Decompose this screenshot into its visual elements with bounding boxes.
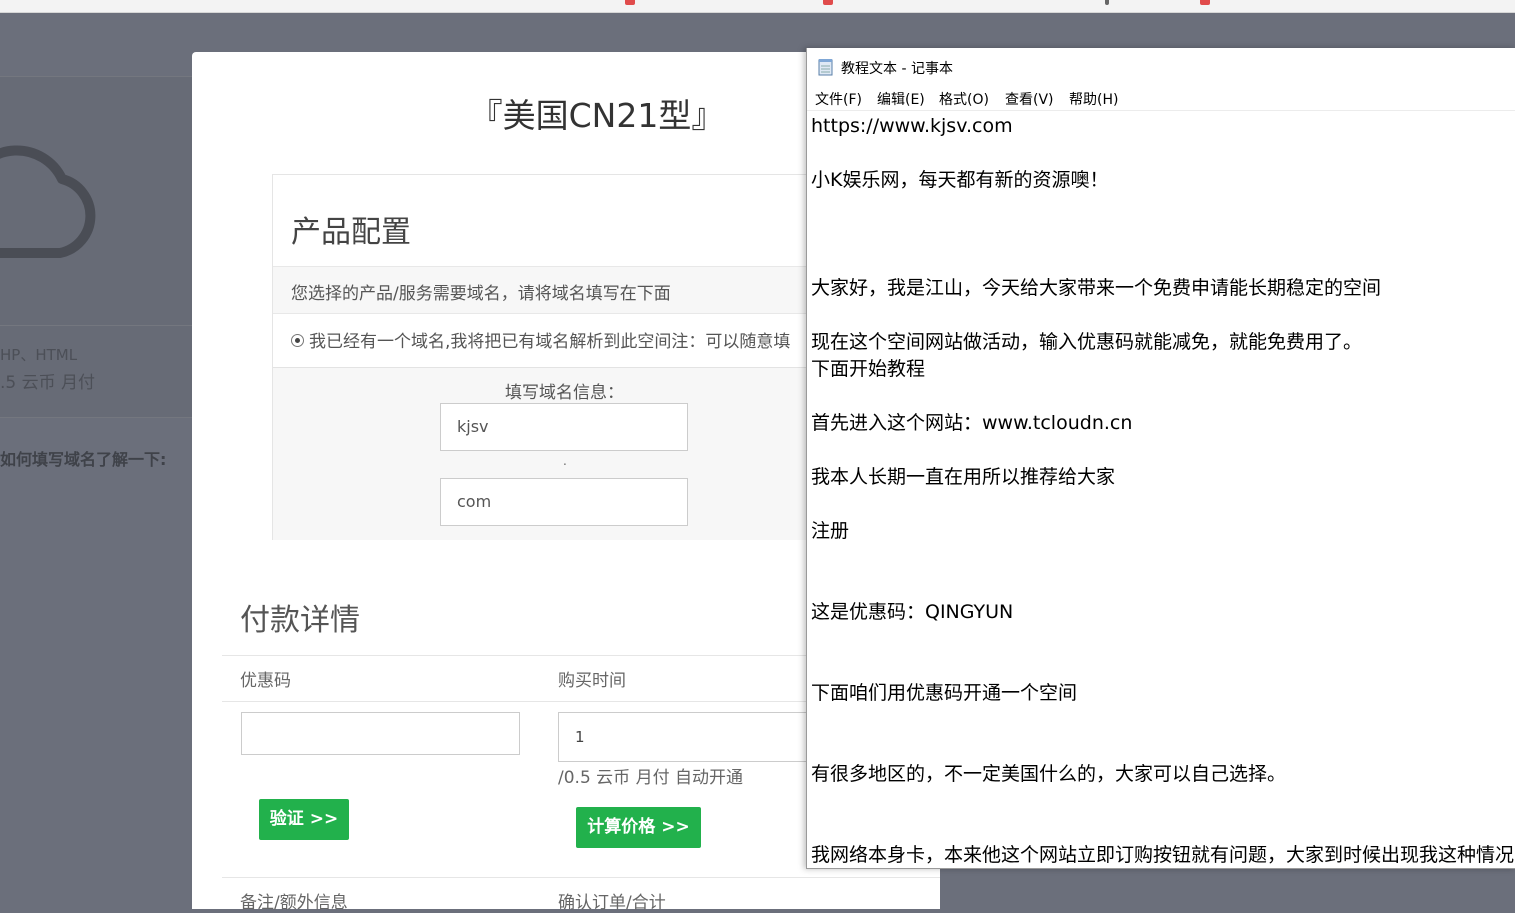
verify-coupon-button[interactable]: 验证 >> — [259, 799, 349, 840]
text-line: 大家好，我是江山，今天给大家带来一个免费申请能长期稳定的空间 — [811, 277, 1382, 299]
domain-info-label: 填写域名信息： — [505, 383, 624, 403]
confirm-order-label: 确认订单/合计 — [558, 893, 666, 913]
existing-domain-option[interactable]: 我已经有一个域名,我将把已有域名解析到此空间注：可以随意填 — [291, 327, 790, 352]
text-line: 首先进入这个网站：www.tcloudn.cn — [811, 412, 1133, 434]
notepad-titlebar[interactable]: 教程文本 - 记事本 — [807, 48, 1515, 86]
domain-name-input[interactable]: kjsv — [440, 403, 688, 451]
config-heading: 产品配置 — [291, 215, 411, 250]
text-line: 有很多地区的，不一定美国什么的，大家可以自己选择。 — [811, 763, 1287, 785]
menu-help[interactable]: 帮助(H) — [1069, 89, 1118, 109]
menu-file[interactable]: 文件(F) — [815, 89, 862, 109]
calculate-price-button[interactable]: 计算价格 >> — [576, 807, 701, 848]
coupon-label: 优惠码 — [240, 671, 291, 691]
radio-selected-icon[interactable] — [291, 334, 304, 347]
divider — [0, 325, 192, 326]
background-price-text: .5 云币 月付 — [0, 373, 96, 393]
notepad-icon — [818, 59, 833, 76]
payment-heading: 付款详情 — [240, 603, 360, 638]
menu-format[interactable]: 格式(O) — [939, 89, 989, 109]
price-note: /0.5 云币 月付 自动开通 — [558, 768, 743, 788]
period-label: 购买时间 — [558, 671, 626, 691]
tab-marker — [1105, 0, 1109, 5]
config-description-bar: 您选择的产品/服务需要域名，请将域名填写在下面 — [273, 266, 873, 314]
notepad-text-area[interactable]: https://www.kjsv.com 小K娱乐网，每天都有新的资源噢！ 大家… — [807, 110, 1515, 868]
divider — [222, 877, 940, 878]
text-line: 我网络本身卡，本来他这个网站立即订购按钮就有问题，大家到时候出现我这种情况 — [811, 844, 1515, 866]
tab-marker — [625, 0, 635, 5]
product-config-panel: 产品配置 您选择的产品/服务需要域名，请将域名填写在下面 我已经有一个域名,我将… — [272, 174, 874, 540]
menu-edit[interactable]: 编辑(E) — [877, 89, 925, 109]
background-stack-text: HP、HTML — [0, 346, 78, 364]
domain-entry-area: 填写域名信息： kjsv . com — [273, 367, 873, 540]
text-line: 小K娱乐网，每天都有新的资源噢！ — [811, 169, 1109, 191]
config-description: 您选择的产品/服务需要域名，请将域名填写在下面 — [291, 284, 671, 304]
menu-view[interactable]: 查看(V) — [1005, 89, 1054, 109]
coupon-input[interactable] — [241, 712, 520, 755]
existing-domain-label: 我已经有一个域名,我将把已有域名解析到此空间注：可以随意填 — [309, 332, 791, 352]
notepad-window[interactable]: 教程文本 - 记事本 文件(F) 编辑(E) 格式(O) 查看(V) 帮助(H)… — [806, 48, 1515, 869]
domain-tld-input[interactable]: com — [440, 478, 688, 526]
text-line: 现在这个空间网站做活动，输入优惠码就能减免，就能免费用了。 — [811, 331, 1363, 353]
domain-separator: . — [563, 454, 567, 468]
browser-top-strip — [0, 0, 1515, 13]
text-line: 这是优惠码：QINGYUN — [811, 601, 1014, 623]
text-line: https://www.kjsv.com — [811, 115, 1013, 137]
notes-label: 备注/额外信息 — [240, 893, 348, 913]
notepad-title: 教程文本 - 记事本 — [841, 61, 953, 77]
notepad-menubar: 文件(F) 编辑(E) 格式(O) 查看(V) 帮助(H) — [807, 86, 1515, 111]
tab-marker — [823, 0, 833, 5]
cloud-icon — [0, 145, 96, 258]
text-line: 下面咱们用优惠码开通一个空间 — [811, 682, 1078, 704]
text-line: 我本人长期一直在用所以推荐给大家 — [811, 466, 1116, 488]
background-help-text: 如何填写域名了解一下: — [0, 450, 167, 469]
text-line: 注册 — [811, 520, 850, 542]
background-page: HP、HTML .5 云币 月付 如何填写域名了解一下: — [0, 13, 192, 909]
tab-marker — [1200, 0, 1210, 5]
text-line: 下面开始教程 — [811, 358, 926, 380]
